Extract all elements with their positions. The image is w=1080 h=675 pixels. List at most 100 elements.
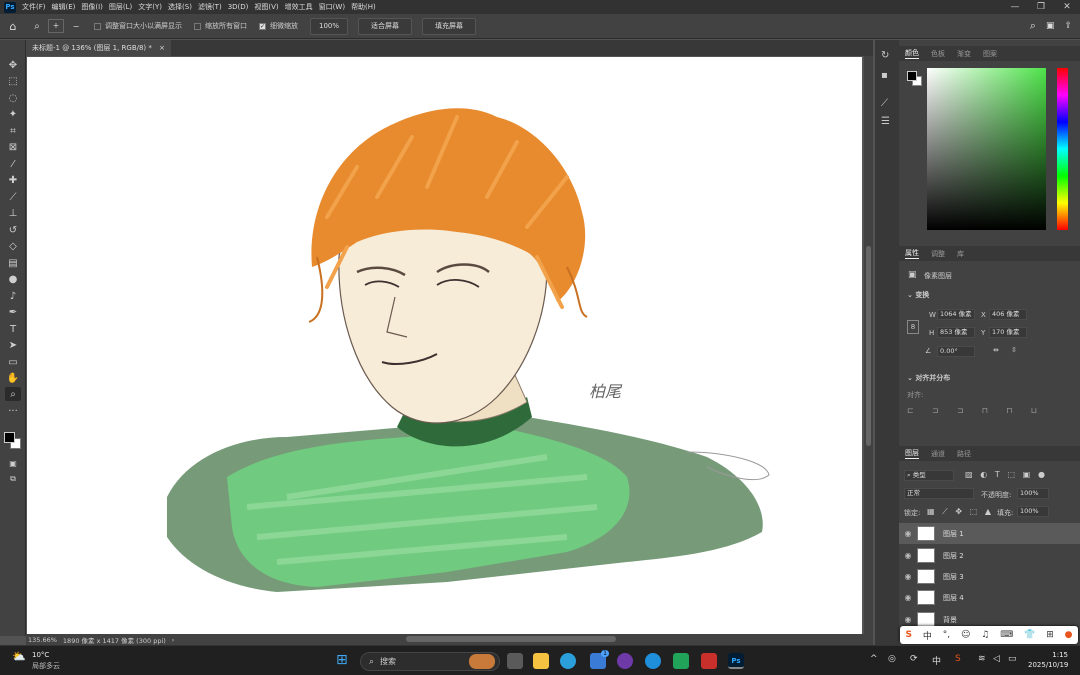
tray-app-icon[interactable]: ◎ xyxy=(888,654,896,664)
color-picker-field[interactable] xyxy=(927,68,1046,230)
vertical-scroll-thumb[interactable] xyxy=(866,246,871,446)
weather-icon[interactable]: ⛅ xyxy=(12,650,26,663)
wps-icon[interactable] xyxy=(701,653,717,669)
fill-field[interactable]: 100% xyxy=(1017,506,1049,517)
photoshop-taskbar-icon[interactable]: Ps xyxy=(728,653,744,669)
wifi-icon[interactable]: ≋ xyxy=(978,654,986,664)
status-arrow-icon[interactable]: › xyxy=(172,636,175,644)
align-bottom-icon[interactable]: ⊔ xyxy=(1031,406,1037,416)
ime-lang-toggle[interactable]: 中 xyxy=(923,629,932,642)
zoom-tool-icon[interactable]: ⌕ xyxy=(26,21,48,32)
filter-adjust-icon[interactable]: ◐ xyxy=(980,470,987,481)
filter-shape-icon[interactable]: ⬚ xyxy=(1008,470,1016,481)
opacity-field[interactable]: 100% xyxy=(1017,488,1049,499)
punctuation-icon[interactable]: °, xyxy=(943,630,950,640)
fill-screen-button[interactable]: 填充屏幕 xyxy=(422,17,477,35)
menu-filter[interactable]: 滤镜(T) xyxy=(198,2,222,12)
emoji-icon[interactable]: ☺ xyxy=(961,630,970,640)
adjust-icon[interactable]: ☰ xyxy=(881,116,890,127)
menu-select[interactable]: 选择(S) xyxy=(168,2,192,12)
screen-mode-icon[interactable]: ⧉ xyxy=(5,472,21,486)
canvas-area[interactable]: 柏尾 xyxy=(26,56,864,634)
brush-tool-icon[interactable]: ⟋ xyxy=(5,190,21,204)
clock-time[interactable]: 1:15 xyxy=(1036,651,1068,659)
frame-tool-icon[interactable]: ⊠ xyxy=(5,140,21,154)
task-view-icon[interactable] xyxy=(507,653,523,669)
filter-pixel-icon[interactable]: ▨ xyxy=(965,470,973,481)
horizontal-scroll-thumb[interactable] xyxy=(406,636,616,642)
quick-mask-icon[interactable]: ▣ xyxy=(5,456,21,470)
menu-3d[interactable]: 3D(D) xyxy=(228,3,249,11)
crop-tool-icon[interactable]: ⌗ xyxy=(5,124,21,138)
lock-position-icon[interactable]: ✥ xyxy=(955,507,962,517)
blend-mode-select[interactable]: 正常 xyxy=(904,488,974,499)
tab-color[interactable]: 颜色 xyxy=(905,48,919,59)
menu-window[interactable]: 窗口(W) xyxy=(319,2,345,12)
tab-patterns[interactable]: 图案 xyxy=(983,49,997,59)
weather-desc[interactable]: 局部多云 xyxy=(32,661,60,671)
more-tools-icon[interactable]: ··· xyxy=(5,404,21,418)
layer-filter-select[interactable]: ⌕ 类型 xyxy=(904,470,954,481)
eyedropper-icon[interactable]: ⁄ xyxy=(5,157,21,171)
tray-ime-lang[interactable]: 中 xyxy=(932,654,941,667)
zoom-tool-active-icon[interactable]: ⌕ xyxy=(5,387,21,401)
tray-chevron-icon[interactable]: ^ xyxy=(870,654,878,664)
scrubby-zoom-checkbox[interactable]: ✓ 细微缩放 xyxy=(259,21,298,31)
tray-sync-icon[interactable]: ⟳ xyxy=(910,654,918,664)
zoom-out-icon[interactable]: − xyxy=(68,22,84,31)
align-left-icon[interactable]: ⊏ xyxy=(907,406,914,416)
battery-icon[interactable]: ▭ xyxy=(1008,654,1017,664)
clock-date[interactable]: 2025/10/19 xyxy=(1028,661,1068,669)
align-right-icon[interactable]: ⊐ xyxy=(957,406,964,416)
menu-view[interactable]: 视图(V) xyxy=(254,2,278,12)
restore-button[interactable]: ❐ xyxy=(1028,0,1054,14)
store-icon[interactable]: 1 xyxy=(590,650,609,669)
link-icon[interactable]: 8 xyxy=(907,320,919,334)
zoom-value-button[interactable]: 100% xyxy=(310,17,349,35)
toolbox-icon[interactable]: ⊞ xyxy=(1046,630,1054,640)
flip-vertical-icon[interactable]: ⇳ xyxy=(1011,346,1017,354)
menu-file[interactable]: 文件(F) xyxy=(22,2,46,12)
status-zoom[interactable]: 135.66% xyxy=(28,636,57,644)
healing-brush-icon[interactable]: ✚ xyxy=(5,173,21,187)
pen-tool-icon[interactable]: ✒ xyxy=(5,305,21,319)
close-button[interactable]: ✕ xyxy=(1054,0,1080,14)
visibility-eye-icon[interactable]: ◉ xyxy=(899,593,917,602)
menu-help[interactable]: 帮助(H) xyxy=(351,2,376,12)
zoom-all-windows-checkbox[interactable]: 缩放所有窗口 xyxy=(194,21,247,31)
tab-adjustments[interactable]: 调整 xyxy=(931,249,945,259)
zoom-in-icon[interactable]: + xyxy=(48,19,64,33)
align-vcenter-icon[interactable]: ⊓ xyxy=(1006,406,1012,416)
menu-edit[interactable]: 编辑(E) xyxy=(52,2,76,12)
document-canvas[interactable]: 柏尾 xyxy=(27,57,862,634)
lock-pixels-icon[interactable]: ⟋ xyxy=(942,507,948,517)
tab-gradients[interactable]: 渐变 xyxy=(957,49,971,59)
resize-windows-checkbox[interactable]: 调整窗口大小以满屏显示 xyxy=(94,21,182,31)
history-brush-icon[interactable]: ↺ xyxy=(5,223,21,237)
lasso-tool-icon[interactable]: ◌ xyxy=(5,91,21,105)
tab-libraries[interactable]: 库 xyxy=(957,249,964,259)
dodge-tool-icon[interactable]: ♪ xyxy=(5,289,21,303)
weather-temp[interactable]: 10°C xyxy=(32,651,49,659)
path-selection-icon[interactable]: ➤ xyxy=(5,338,21,352)
document-tab[interactable]: 未标题-1 @ 136% (图层 1, RGB/8) * × xyxy=(26,40,171,56)
angle-field[interactable]: 0.00° xyxy=(937,346,975,357)
vertical-scrollbar[interactable] xyxy=(864,56,873,634)
menu-plugins[interactable]: 增效工具 xyxy=(285,2,313,12)
keyboard-icon[interactable]: ⌨ xyxy=(1000,630,1013,640)
taskbar-search[interactable]: ⌕ 搜索 xyxy=(360,652,500,671)
width-field[interactable]: 1064 像素 xyxy=(937,309,975,320)
comments-icon[interactable]: ▪ xyxy=(881,70,888,81)
layer-row[interactable]: ◉ 图层 4 xyxy=(899,587,1080,608)
windows-start-icon[interactable]: ⊞ xyxy=(336,653,351,668)
file-explorer-icon[interactable] xyxy=(533,653,549,669)
browser-icon[interactable] xyxy=(617,653,633,669)
magic-wand-icon[interactable]: ✦ xyxy=(5,107,21,121)
tab-close-icon[interactable]: × xyxy=(159,44,165,52)
menu-image[interactable]: 图像(I) xyxy=(81,2,103,12)
filter-smart-icon[interactable]: ▣ xyxy=(1023,470,1031,481)
lock-transparent-icon[interactable]: ▦ xyxy=(927,507,935,517)
workspace-icon[interactable]: ▣ xyxy=(1046,21,1055,31)
share-icon[interactable]: ⇪ xyxy=(1064,21,1072,31)
flip-horizontal-icon[interactable]: ⇹ xyxy=(993,346,999,354)
